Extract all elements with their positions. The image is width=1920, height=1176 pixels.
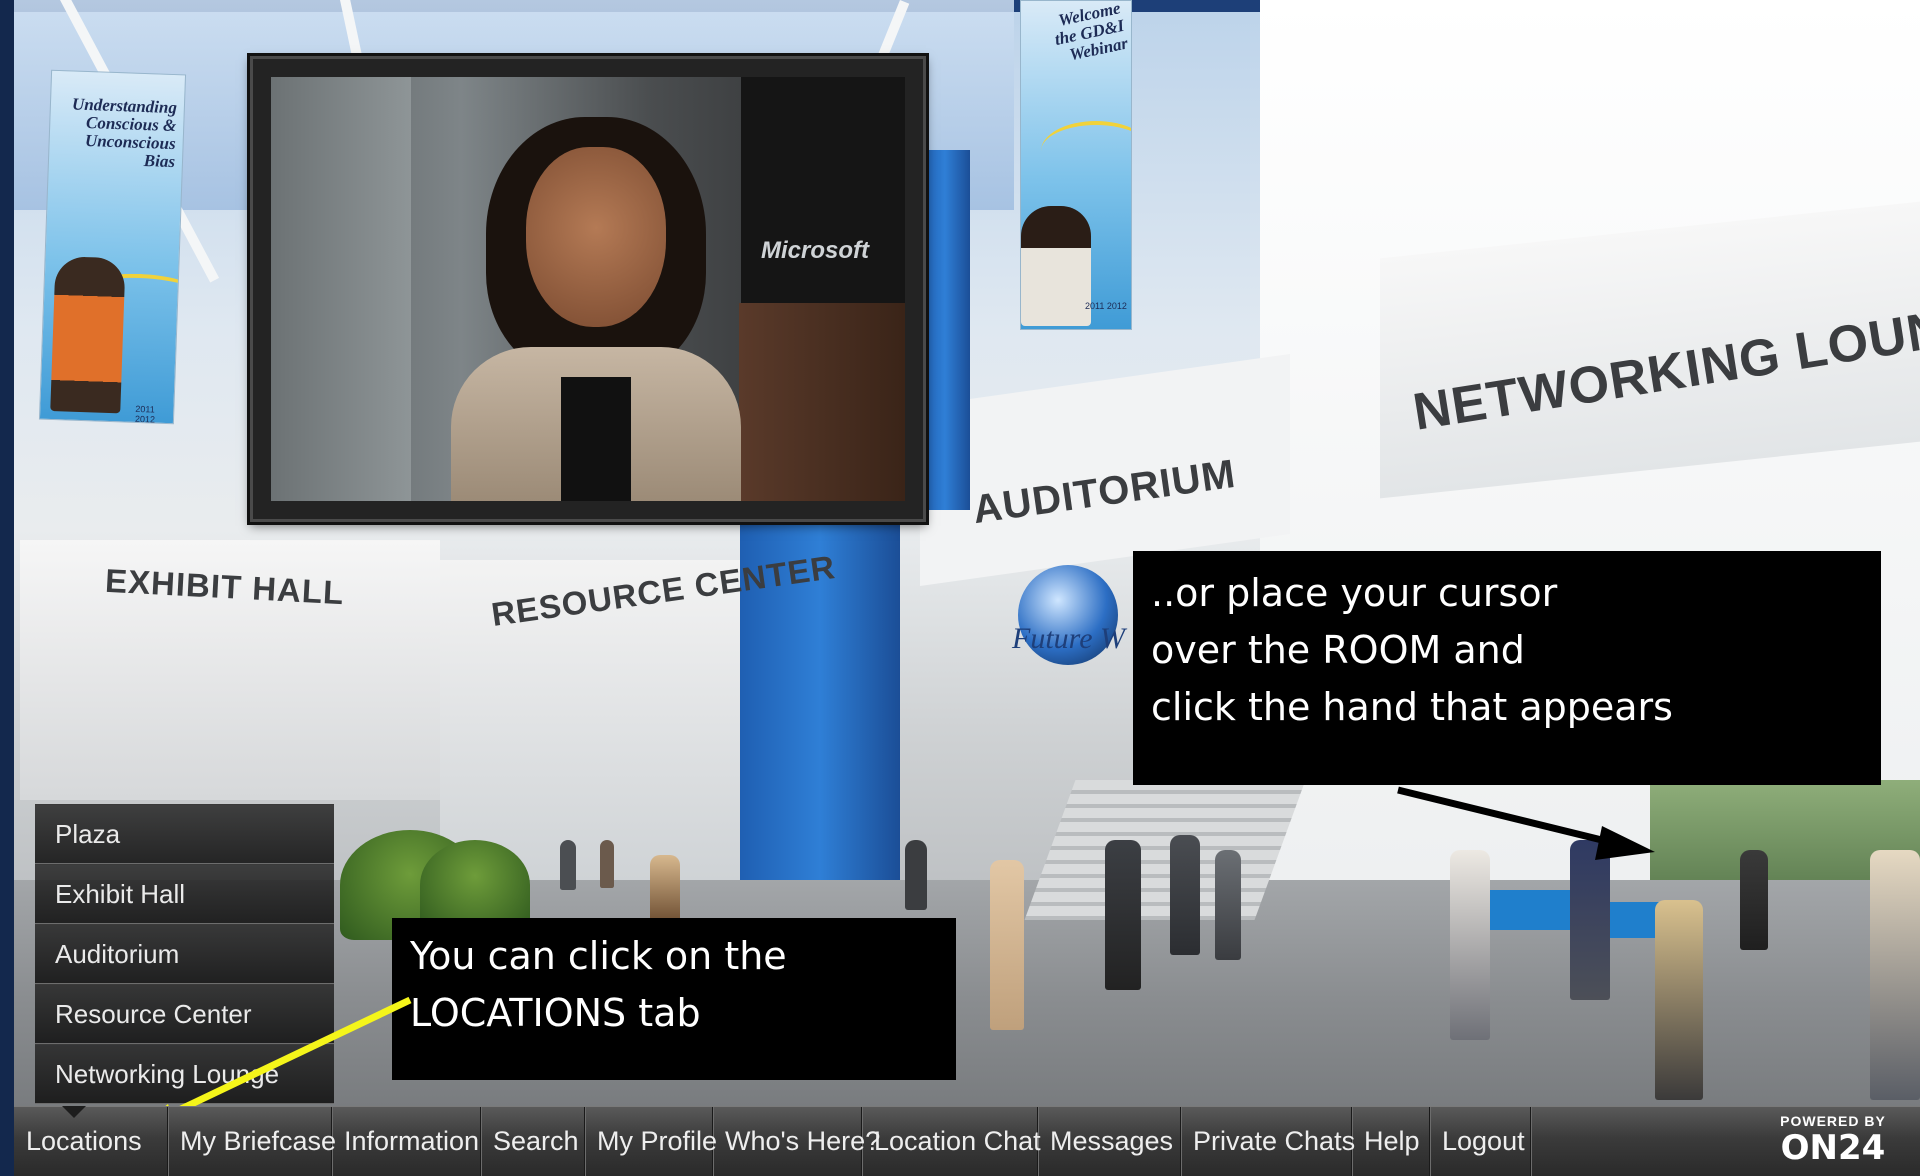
- person: [560, 840, 576, 890]
- locations-menu: Plaza Exhibit Hall Auditorium Resource C…: [35, 804, 334, 1106]
- tab-logout[interactable]: Logout: [1430, 1106, 1531, 1176]
- tab-location-chat[interactable]: Location Chat: [862, 1106, 1041, 1176]
- person: [905, 840, 927, 910]
- tab-information[interactable]: Information: [332, 1106, 481, 1176]
- tab-help[interactable]: Help: [1352, 1106, 1430, 1176]
- tab-label: My Briefcase: [180, 1126, 337, 1156]
- person: [1215, 850, 1241, 960]
- left-border: [0, 0, 14, 1176]
- video-brand: Microsoft: [761, 237, 869, 264]
- tab-whos-here[interactable]: Who's Here?: [713, 1106, 880, 1176]
- tab-search[interactable]: Search: [481, 1106, 585, 1176]
- banner-right: Welcome the GD&I Webinar 2011 2012: [1020, 0, 1132, 330]
- tab-label: Search: [493, 1126, 579, 1156]
- banner-left: Understanding Conscious & Unconscious Bi…: [38, 69, 187, 425]
- callout-line: LOCATIONS tab: [410, 991, 701, 1035]
- video-player-frame[interactable]: Microsoft: [250, 56, 926, 522]
- tab-label: Private Chats: [1193, 1126, 1356, 1156]
- blue-column-upper: [920, 150, 970, 510]
- callout-locations-hint: You can click on the LOCATIONS tab: [392, 918, 956, 1080]
- person: [1105, 840, 1141, 990]
- powered-by-on24-logo[interactable]: POWERED BY ON24: [1768, 1113, 1898, 1171]
- tab-pointer-icon: [62, 1105, 86, 1118]
- plant: [420, 840, 530, 930]
- location-item-auditorium[interactable]: Auditorium: [35, 924, 334, 984]
- callout-line: over the ROOM and: [1151, 628, 1525, 672]
- video-window-bg: [271, 77, 411, 501]
- person: [1870, 850, 1920, 1100]
- video-player[interactable]: Microsoft: [271, 77, 905, 501]
- location-item-networking-lounge[interactable]: Networking Lounge: [35, 1044, 334, 1104]
- person: [1570, 840, 1610, 1000]
- callout-room-hint: ..or place your cursor over the ROOM and…: [1133, 551, 1881, 785]
- tab-private-chats[interactable]: Private Chats: [1181, 1106, 1356, 1176]
- location-item-resource-center[interactable]: Resource Center: [35, 984, 334, 1044]
- banner-right-years: 2011 2012: [1085, 301, 1127, 311]
- tab-label: My Profile: [597, 1126, 718, 1156]
- tab-label: Logout: [1442, 1126, 1525, 1156]
- on24-brand: ON24: [1780, 1128, 1886, 1168]
- speaker-top: [561, 377, 631, 501]
- banner-left-line: Bias: [143, 150, 176, 171]
- speaker-face: [526, 147, 666, 327]
- tab-my-briefcase[interactable]: My Briefcase: [168, 1106, 336, 1176]
- tab-label: Help: [1364, 1126, 1420, 1156]
- future-works-logo-text: Future W: [1012, 622, 1126, 655]
- person: [650, 855, 680, 925]
- person: [1170, 835, 1200, 955]
- location-item-exhibit-hall[interactable]: Exhibit Hall: [35, 864, 334, 924]
- person: [1655, 900, 1703, 1100]
- callout-line: click the hand that appears: [1151, 685, 1673, 729]
- tab-my-profile[interactable]: My Profile: [585, 1106, 717, 1176]
- bottom-nav-bar: Locations My Briefcase Information Searc…: [14, 1105, 1920, 1176]
- person: [1450, 850, 1490, 1040]
- powered-by-label: POWERED BY: [1780, 1113, 1886, 1129]
- banner-left-portrait: [50, 256, 126, 414]
- callout-line: You can click on the: [410, 934, 787, 978]
- tab-locations[interactable]: Locations: [14, 1105, 168, 1176]
- tab-label: Who's Here?: [725, 1126, 881, 1156]
- tab-label: Information: [344, 1126, 480, 1156]
- banner-left-years: 2011 2012: [134, 403, 156, 425]
- person: [990, 860, 1024, 1030]
- person: [600, 840, 614, 888]
- location-item-plaza[interactable]: Plaza: [35, 804, 334, 864]
- tab-label: Locations: [26, 1126, 142, 1156]
- tab-label: Location Chat: [874, 1126, 1041, 1156]
- video-podium: [739, 303, 905, 501]
- callout-line: ..or place your cursor: [1151, 571, 1558, 615]
- virtual-lobby-scene[interactable]: EXHIBIT HALL RESOURCE CENTER AUDITORIUM …: [0, 0, 1920, 1176]
- person: [1740, 850, 1768, 950]
- banner-swoosh: [1041, 121, 1131, 181]
- tab-label: Messages: [1050, 1126, 1174, 1156]
- tab-messages[interactable]: Messages: [1038, 1106, 1181, 1176]
- banner-right-portrait: [1021, 206, 1091, 326]
